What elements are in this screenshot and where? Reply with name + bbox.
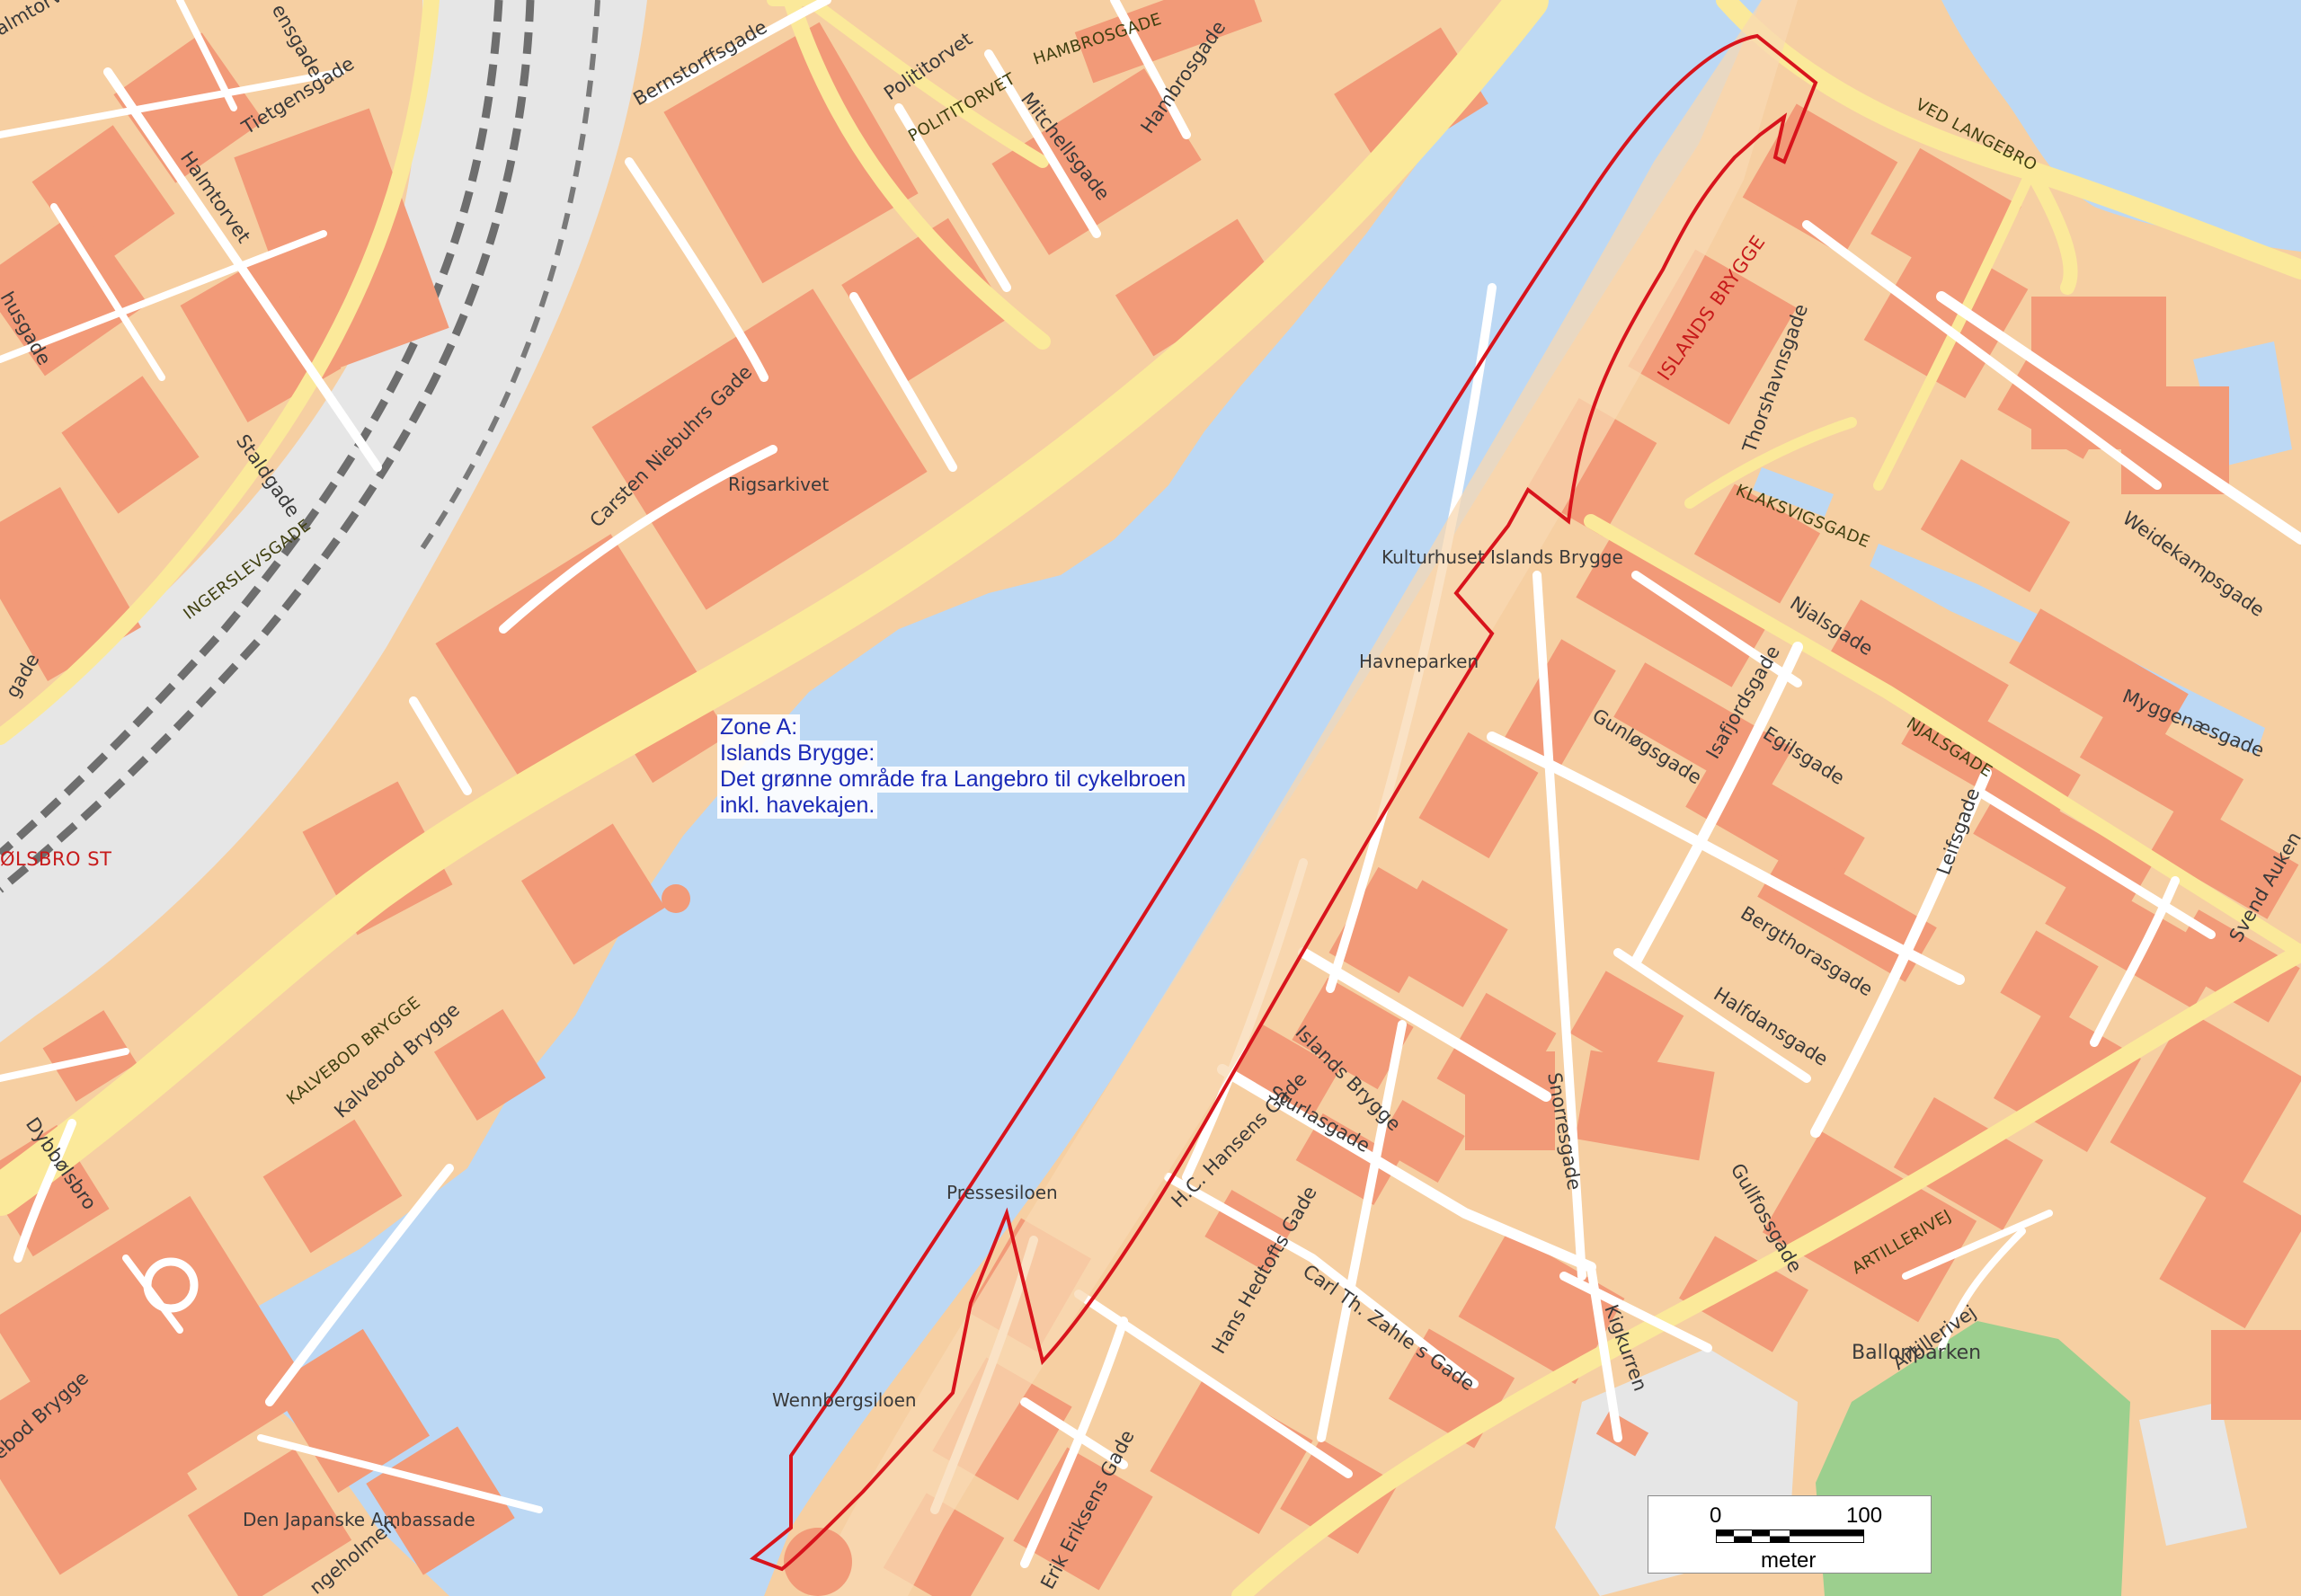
scale-start-label: 0 (1710, 1503, 1722, 1528)
label-rigsarkivet: Rigsarkivet (728, 474, 829, 495)
label-dybbolsbro-st: ØLSBRO ST (0, 848, 111, 870)
zone-note-line-1: Zone A: (717, 714, 801, 740)
scale-bar: 0 100 meter (1648, 1495, 1932, 1574)
zone-note-line-4: inkl. havekajen. (717, 793, 878, 819)
scale-bar-graphic (1716, 1530, 1864, 1543)
label-pressesiloen: Pressesiloen (946, 1182, 1058, 1203)
label-kulturhuset: Kulturhuset Islands Brygge (1381, 546, 1623, 568)
label-japanske-ambassade: Den Japanske Ambassade (243, 1509, 475, 1530)
scale-end-label: 100 (1846, 1503, 1883, 1528)
label-ballonparken: Ballonparken (1852, 1342, 1981, 1364)
label-havneparken: Havneparken (1359, 651, 1479, 672)
zone-note-line-2: Islands Brygge: (717, 740, 878, 767)
scale-unit-label: meter (1761, 1548, 1817, 1573)
zone-note-line-3: Det grønne område fra Langebro til cykel… (717, 767, 1189, 793)
label-wennbergsiloen: Wennbergsiloen (772, 1389, 917, 1411)
round-structure (662, 884, 690, 913)
zone-a-note: Zone A: Islands Brygge: Det grønne områd… (717, 714, 1189, 819)
